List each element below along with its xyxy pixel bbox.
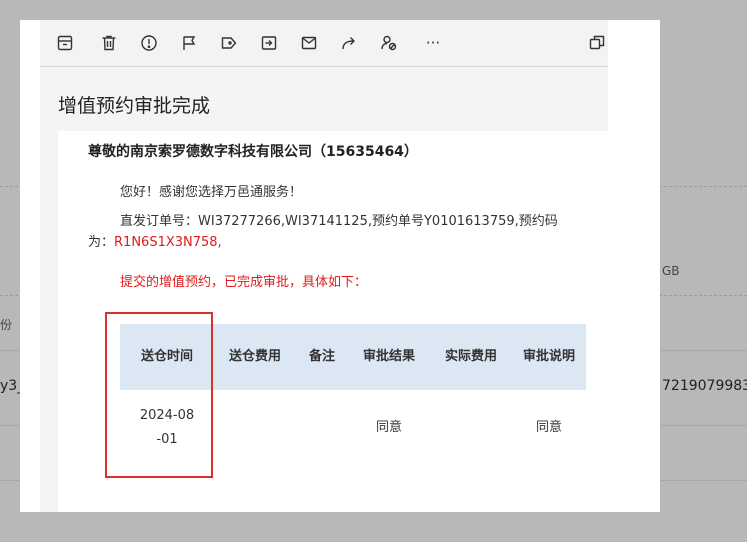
column-header: 送仓时间 bbox=[120, 324, 214, 390]
move-icon[interactable] bbox=[260, 34, 278, 52]
column-header: 送仓费用 bbox=[214, 324, 296, 390]
approval-table: 送仓时间 送仓费用 备注 审批结果 实际费用 审批说明 2024-08-01 同… bbox=[120, 324, 586, 505]
report-icon[interactable] bbox=[140, 34, 158, 52]
table-cell: 同意 bbox=[535, 420, 562, 435]
table-row: 2024-08-01 同意 同意 bbox=[120, 390, 586, 505]
background-left-text: 份 bbox=[0, 318, 13, 332]
order-info: 直发订单号：WI37277266,WI37141125,预约单号Y0101613… bbox=[88, 211, 578, 253]
table-header-row: 送仓时间 送仓费用 备注 审批结果 实际费用 审批说明 bbox=[120, 324, 586, 390]
reservation-code: R1N6S1X3N758, bbox=[114, 235, 222, 250]
archive-icon[interactable] bbox=[56, 34, 74, 52]
column-header: 审批说明 bbox=[512, 324, 586, 390]
popout-icon[interactable] bbox=[588, 34, 606, 52]
more-icon[interactable]: ··· bbox=[424, 34, 442, 52]
email-toolbar: ··· bbox=[40, 20, 608, 67]
email-subject: 增值预约审批完成 bbox=[58, 95, 211, 117]
table-cell: 同意 bbox=[375, 420, 402, 435]
column-header: 备注 bbox=[296, 324, 348, 390]
column-header: 审批结果 bbox=[348, 324, 430, 390]
table-cell bbox=[214, 390, 296, 505]
table-cell bbox=[430, 390, 512, 505]
flag-icon[interactable] bbox=[180, 34, 198, 52]
approval-notice: 提交的增值预约，已完成审批，具体如下： bbox=[120, 275, 368, 290]
mark-read-icon[interactable] bbox=[300, 34, 318, 52]
greeting-text: 您好！感谢您选择万邑通服务！ bbox=[120, 185, 303, 200]
background-size-text: GB bbox=[662, 264, 680, 278]
column-header: 实际费用 bbox=[430, 324, 512, 390]
delete-icon[interactable] bbox=[100, 34, 118, 52]
assign-icon[interactable] bbox=[380, 34, 398, 52]
background-number-text: 7219079983 bbox=[662, 378, 747, 394]
forward-icon[interactable] bbox=[340, 34, 358, 52]
table-cell bbox=[296, 390, 348, 505]
recipient-company: 尊敬的南京索罗德数字科技有限公司（15635464） bbox=[88, 144, 418, 160]
table-cell: 2024-08-01 bbox=[139, 408, 195, 447]
tag-icon[interactable] bbox=[220, 34, 238, 52]
